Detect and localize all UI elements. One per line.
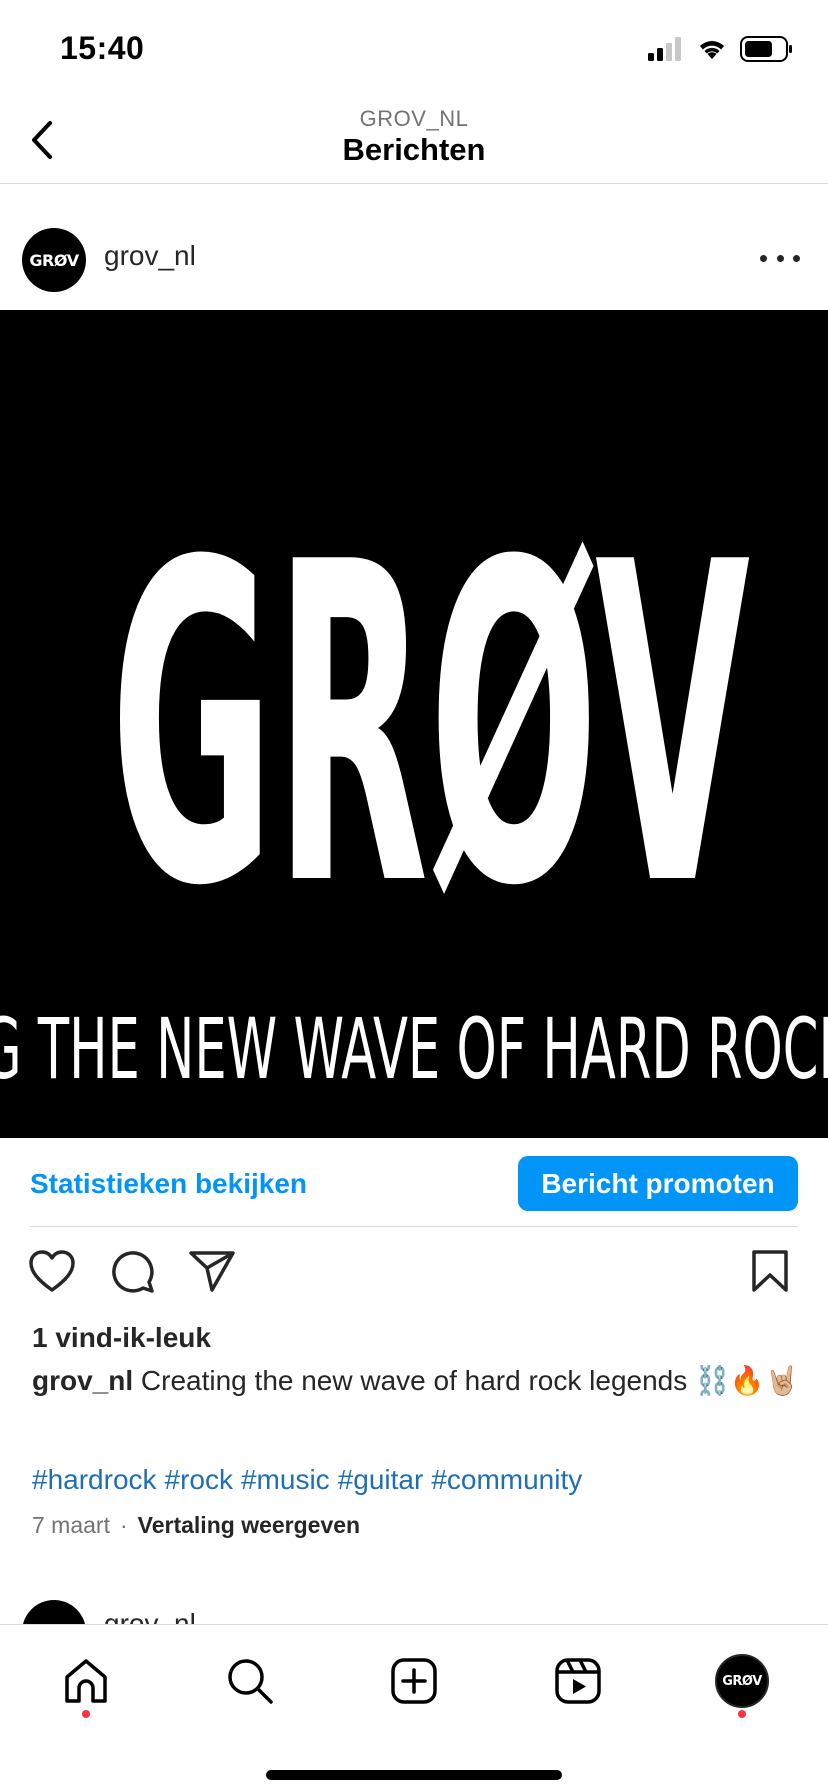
tab-bar: GRØV [0, 1624, 828, 1792]
home-indicator[interactable] [266, 1770, 562, 1780]
hashtags: #hardrock #rock #music #guitar #community [32, 1464, 590, 1496]
avatar[interactable] [22, 1600, 86, 1624]
tab-reels[interactable] [548, 1651, 608, 1711]
like-count[interactable]: 1 vind-ik-leuk [32, 1322, 211, 1354]
caption-username[interactable]: grov_nl [32, 1365, 133, 1396]
plus-square-icon [391, 1658, 437, 1704]
share-button[interactable] [186, 1245, 238, 1297]
header-account-name: GROV_NL [359, 106, 469, 131]
more-options-button[interactable] [760, 248, 800, 268]
post-caption: grov_nl Creating the new wave of hard ro… [32, 1362, 802, 1400]
status-icons [648, 36, 794, 62]
avatar[interactable]: GRØV [22, 228, 86, 292]
view-insights-link[interactable]: Statistieken bekijken [30, 1168, 307, 1200]
status-time: 15:40 [60, 30, 145, 66]
hashtag-link[interactable]: #guitar [338, 1464, 424, 1495]
image-tagline: G THE NEW WAVE OF HARD ROCK [0, 1000, 828, 1098]
status-bar: 15:40 [0, 0, 828, 100]
post-username[interactable]: grov_nl [104, 240, 196, 272]
comment-icon [112, 1251, 154, 1293]
tab-profile[interactable]: GRØV [712, 1651, 772, 1711]
signal-icon [648, 37, 681, 61]
hashtag-link[interactable]: #music [241, 1464, 330, 1495]
promote-button[interactable]: Bericht promoten [518, 1156, 798, 1211]
bookmark-icon [752, 1250, 788, 1292]
tab-home[interactable] [56, 1651, 116, 1711]
divider [30, 1226, 798, 1227]
grov-logo-graphic: GRØV G THE NEW WAVE OF HARD ROCK [0, 470, 828, 1098]
tab-search[interactable] [220, 1651, 280, 1711]
hashtag-link[interactable]: #hardrock [32, 1464, 157, 1495]
caption-text: Creating the new wave of hard rock legen… [133, 1365, 800, 1396]
promo-row: Statistieken bekijken Bericht promoten [0, 1152, 828, 1226]
post-header: GRØV grov_nl [0, 196, 828, 316]
post-date: 7 maart [32, 1512, 110, 1538]
like-button[interactable] [26, 1245, 78, 1297]
translate-link[interactable]: Vertaling weergeven [138, 1512, 360, 1539]
post-image[interactable]: GRØV G THE NEW WAVE OF HARD ROCK [0, 310, 828, 1138]
tab-create[interactable] [384, 1651, 444, 1711]
home-icon [65, 1659, 107, 1703]
heart-icon [29, 1250, 75, 1292]
next-post-header: grov_nl [0, 1590, 828, 1624]
meta-separator: · [119, 1512, 128, 1538]
page-title: Berichten [342, 132, 486, 167]
battery-icon [740, 36, 792, 62]
hashtag-link[interactable]: #rock [165, 1464, 233, 1495]
next-post-username[interactable]: grov_nl [104, 1608, 196, 1624]
notification-dot [82, 1710, 90, 1718]
more-dot-icon [776, 254, 784, 262]
nav-header: GROV_NL Berichten [0, 100, 828, 184]
more-dot-icon [793, 254, 800, 262]
comment-button[interactable] [106, 1245, 158, 1297]
hashtag-link[interactable]: #community [431, 1464, 582, 1495]
wifi-icon [700, 41, 724, 59]
search-icon [228, 1659, 273, 1704]
profile-avatar-text: GRØV [722, 1673, 762, 1689]
send-icon [189, 1251, 235, 1292]
more-dot-icon [760, 254, 767, 262]
avatar: GRØV [715, 1654, 769, 1708]
reels-icon [555, 1658, 601, 1704]
avatar-logo-text: GRØV [29, 250, 79, 270]
post-actions [0, 1245, 828, 1305]
save-button[interactable] [744, 1245, 796, 1297]
notification-dot [738, 1710, 746, 1718]
image-logo-text: GRØV [110, 470, 752, 982]
post-meta: 7 maart · Vertaling weergeven [32, 1512, 360, 1539]
